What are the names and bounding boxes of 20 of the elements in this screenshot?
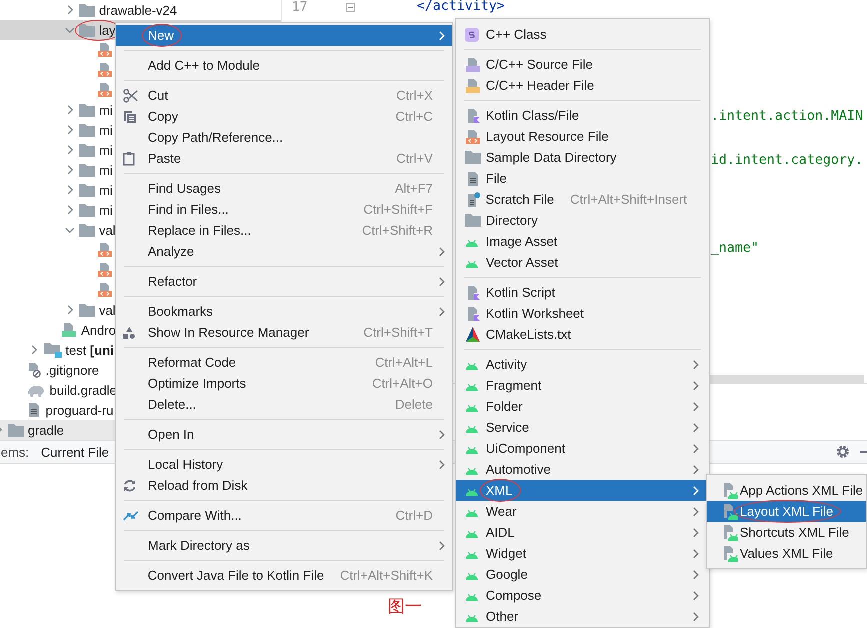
code-text: id.intent.category. [711, 153, 864, 168]
shortcut-label: Ctrl+Shift+F [364, 202, 433, 217]
shortcut-label: Ctrl+Alt+L [375, 355, 433, 370]
shortcut-label: Delete [395, 397, 433, 412]
code-text: _name" [711, 241, 760, 256]
shortcut-label: Ctrl+C [396, 109, 433, 124]
code-text: </activity> [417, 0, 506, 14]
shortcut-label: Ctrl+Shift+R [362, 223, 433, 238]
shortcut-label: Ctrl+X [396, 88, 433, 103]
shortcut-label: Ctrl+Shift+T [364, 325, 433, 340]
line-number: 17 [292, 0, 308, 14]
figure-caption: 图一 [388, 597, 422, 617]
code-text: .intent.action.MAIN [711, 109, 864, 124]
shortcut-label: Ctrl+D [396, 508, 433, 523]
shortcut-label: Ctrl+Alt+O [372, 376, 433, 391]
scope-label: ems: [1, 444, 30, 460]
shortcut-label: Ctrl+Alt+Shift+Insert [570, 192, 688, 207]
shortcut-label: Alt+F7 [395, 181, 433, 196]
shortcut-label: Ctrl+V [396, 151, 433, 166]
shortcut-label: Ctrl+Alt+Shift+K [340, 568, 434, 583]
